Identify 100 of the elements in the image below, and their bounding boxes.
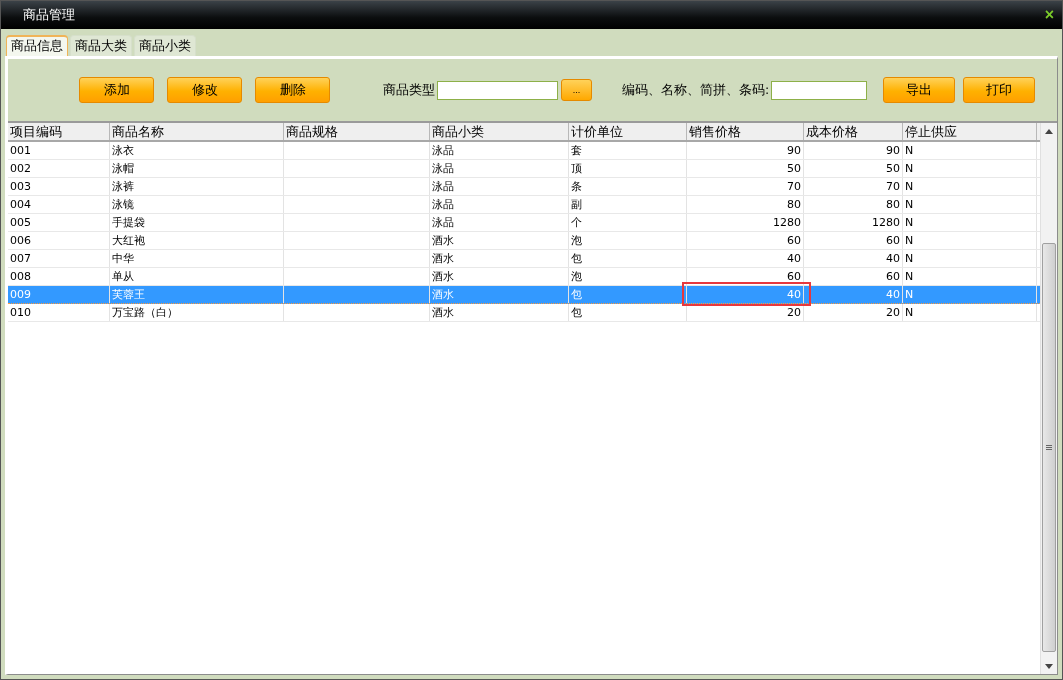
search-input-field[interactable] bbox=[771, 80, 868, 100]
table-cell: 个 bbox=[571, 216, 582, 229]
table-cell: 芙蓉王 bbox=[112, 288, 145, 301]
column-header[interactable]: 商品小类 bbox=[430, 123, 569, 140]
table-cell: 80 bbox=[787, 198, 801, 211]
table-cell: 1280 bbox=[872, 216, 900, 229]
table-cell: 泡 bbox=[571, 270, 582, 283]
table-cell: 包 bbox=[571, 252, 582, 265]
table-cell: 单从 bbox=[112, 270, 134, 283]
table-cell: 90 bbox=[886, 144, 900, 157]
table-cell: 包 bbox=[571, 288, 582, 301]
table-cell: 70 bbox=[886, 180, 900, 193]
table-cell: 007 bbox=[10, 252, 31, 265]
table-row[interactable]: 007 中华 酒水 包 40 40 N bbox=[8, 250, 1040, 268]
table-cell: N bbox=[905, 144, 914, 157]
table-cell: N bbox=[905, 306, 914, 319]
table-row[interactable]: 003 泳裤 泳品 条 70 70 N bbox=[8, 178, 1040, 196]
table-cell: 酒水 bbox=[432, 252, 454, 265]
table-cell: N bbox=[905, 162, 914, 175]
table-cell: 60 bbox=[787, 234, 801, 247]
table-cell: N bbox=[905, 180, 914, 193]
table-cell: 万宝路（白） bbox=[112, 306, 178, 319]
table-cell: 酒水 bbox=[432, 306, 454, 319]
table-cell: 泳品 bbox=[432, 180, 454, 193]
table-cell: 套 bbox=[571, 144, 582, 157]
table-cell: N bbox=[905, 270, 914, 283]
scroll-down-icon[interactable] bbox=[1045, 663, 1053, 669]
scroll-up-icon[interactable] bbox=[1045, 128, 1053, 134]
table-cell: N bbox=[905, 252, 914, 265]
table-cell: 酒水 bbox=[432, 288, 454, 301]
table-cell: 005 bbox=[10, 216, 31, 229]
table-cell: 20 bbox=[886, 306, 900, 319]
tab[interactable]: 商品信息 bbox=[6, 35, 68, 56]
table-cell: 009 bbox=[10, 288, 31, 301]
type-label: 商品类型 bbox=[383, 81, 435, 99]
vertical-scrollbar[interactable] bbox=[1040, 123, 1057, 674]
column-header[interactable]: 项目编码 bbox=[8, 123, 110, 140]
table-row[interactable]: 002 泳帽 泳品 顶 50 50 N bbox=[8, 160, 1040, 178]
toolbar-button[interactable]: 修改 bbox=[167, 77, 242, 103]
table-cell: 70 bbox=[787, 180, 801, 193]
table-cell: 80 bbox=[886, 198, 900, 211]
search-label: 编码、名称、简拼、条码: bbox=[622, 81, 770, 99]
toolbar-button[interactable]: 打印 bbox=[963, 77, 1036, 103]
table-cell: 条 bbox=[571, 180, 582, 193]
table-cell: 003 bbox=[10, 180, 31, 193]
scrollbar-thumb[interactable] bbox=[1042, 243, 1056, 652]
table-cell: 40 bbox=[787, 288, 801, 301]
table-cell: 泳品 bbox=[432, 162, 454, 175]
table-cell: 大红袍 bbox=[112, 234, 145, 247]
column-header[interactable]: 商品规格 bbox=[284, 123, 430, 140]
table-cell: 泳衣 bbox=[112, 144, 134, 157]
table-cell: 004 bbox=[10, 198, 31, 211]
table-cell: 010 bbox=[10, 306, 31, 319]
column-header[interactable]: 成本价格 bbox=[804, 123, 903, 140]
table-row[interactable]: 006 大红袍 酒水 泡 60 60 N bbox=[8, 232, 1040, 250]
table-cell: 泡 bbox=[571, 234, 582, 247]
table-cell: 副 bbox=[571, 198, 582, 211]
table-cell: 手提袋 bbox=[112, 216, 145, 229]
table-row[interactable]: 005 手提袋 泳品 个 1280 1280 N bbox=[8, 214, 1040, 232]
table-row[interactable]: 004 泳镜 泳品 副 80 80 N bbox=[8, 196, 1040, 214]
table-row[interactable]: 010 万宝路（白） 酒水 包 20 20 N bbox=[8, 304, 1040, 322]
table-cell: 泳裤 bbox=[112, 180, 134, 193]
type-input-field[interactable] bbox=[437, 80, 558, 100]
table-cell: 1280 bbox=[773, 216, 801, 229]
tab[interactable]: 商品大类 bbox=[70, 35, 132, 56]
table-cell: 顶 bbox=[571, 162, 582, 175]
table-cell: 002 bbox=[10, 162, 31, 175]
table-cell: 泳镜 bbox=[112, 198, 134, 211]
table-cell: 20 bbox=[787, 306, 801, 319]
table-cell: 40 bbox=[886, 288, 900, 301]
type-picker-button[interactable]: ... bbox=[561, 79, 592, 101]
column-header[interactable]: 停止供应 bbox=[903, 123, 1037, 140]
table-cell: 酒水 bbox=[432, 234, 454, 247]
table-cell: N bbox=[905, 198, 914, 211]
table-cell: 006 bbox=[10, 234, 31, 247]
table-cell: 40 bbox=[886, 252, 900, 265]
table-cell: 50 bbox=[787, 162, 801, 175]
table-row[interactable]: 001 泳衣 泳品 套 90 90 N bbox=[8, 142, 1040, 160]
grip-icon bbox=[1046, 445, 1052, 450]
table-cell: 50 bbox=[886, 162, 900, 175]
column-header[interactable]: 商品名称 bbox=[110, 123, 284, 140]
close-button[interactable]: × bbox=[1044, 6, 1054, 24]
toolbar-button[interactable]: 删除 bbox=[255, 77, 330, 103]
table-cell: N bbox=[905, 216, 914, 229]
table-cell: N bbox=[905, 234, 914, 247]
column-header[interactable]: 计价单位 bbox=[569, 123, 687, 140]
table-cell: 中华 bbox=[112, 252, 134, 265]
column-header[interactable]: 销售价格 bbox=[687, 123, 804, 140]
toolbar-button[interactable]: 导出 bbox=[883, 77, 956, 103]
toolbar-button[interactable]: 添加 bbox=[79, 77, 154, 103]
table-cell: 60 bbox=[886, 234, 900, 247]
tab[interactable]: 商品小类 bbox=[134, 35, 196, 56]
table-cell: 40 bbox=[787, 252, 801, 265]
table-cell: 泳品 bbox=[432, 198, 454, 211]
table-cell: 008 bbox=[10, 270, 31, 283]
table-cell: 泳帽 bbox=[112, 162, 134, 175]
table-cell: 泳品 bbox=[432, 216, 454, 229]
table-cell: 90 bbox=[787, 144, 801, 157]
window-title: 商品管理 bbox=[23, 6, 75, 24]
table-cell: 泳品 bbox=[432, 144, 454, 157]
